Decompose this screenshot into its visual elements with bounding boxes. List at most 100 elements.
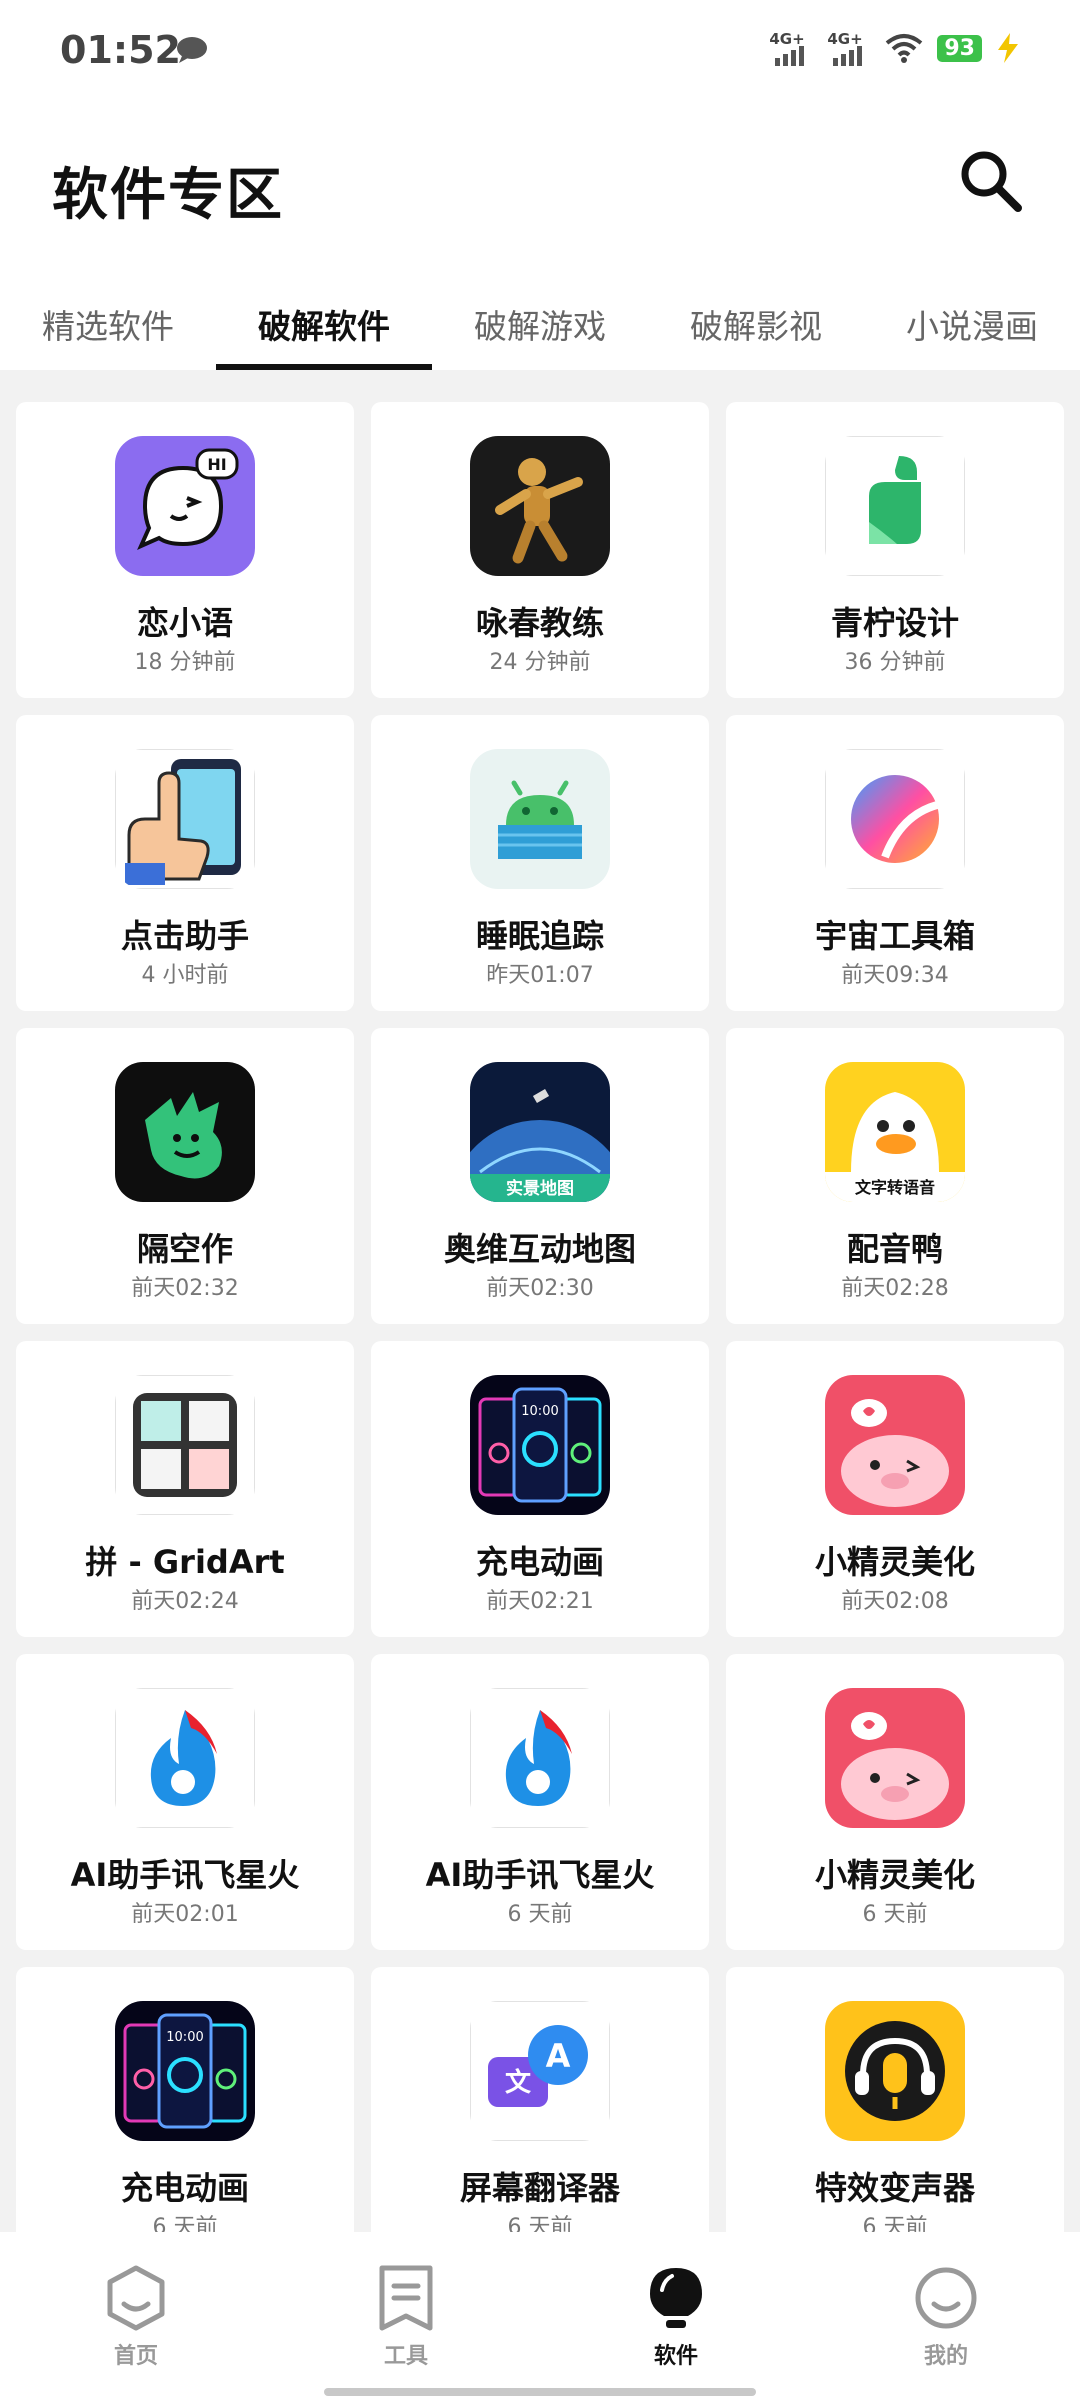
pink-pig-icon xyxy=(825,1375,965,1515)
tapping-hand-icon xyxy=(115,749,255,889)
tab-cracked-games[interactable]: 破解游戏 xyxy=(432,296,648,370)
spark-flame-icon xyxy=(115,1688,255,1828)
page-title: 软件专区 xyxy=(52,163,284,228)
nav-label: 工具 xyxy=(383,2344,428,2369)
app-name: 充电动画 xyxy=(475,1543,604,1581)
app-time: 前天02:21 xyxy=(486,1589,594,1614)
charging-clock-label: 10:00 xyxy=(521,1404,558,1419)
app-time: 前天02:30 xyxy=(486,1276,594,1301)
signal-icon: 4G+ xyxy=(769,30,813,66)
app-name: 恋小语 xyxy=(136,604,233,642)
app-card[interactable]: 睡眠追踪 昨天01:07 xyxy=(371,715,709,1011)
app-name: 拼 - GridArt xyxy=(85,1543,285,1581)
app-name: 奥维互动地图 xyxy=(443,1230,636,1268)
nav-home[interactable]: 首页 xyxy=(66,2264,206,2370)
nav-profile[interactable]: 我的 xyxy=(876,2264,1016,2370)
spark-flame-icon xyxy=(470,1688,610,1828)
app-card[interactable]: 文 A 屏幕翻译器 6 天前 xyxy=(371,1967,709,2263)
app-name: 隔空作 xyxy=(136,1230,233,1268)
gradient-circle-icon xyxy=(825,749,965,889)
app-card[interactable]: 10:00 充电动画 6 天前 xyxy=(16,1967,354,2263)
duck-badge-label: 文字转语音 xyxy=(855,1178,935,1197)
nav-label: 我的 xyxy=(923,2344,968,2369)
translate-badge-label: 文 xyxy=(505,2067,532,2098)
app-name: 睡眠追踪 xyxy=(475,917,604,955)
app-card[interactable]: 小精灵美化 前天02:08 xyxy=(726,1341,1064,1637)
nav-label: 软件 xyxy=(653,2344,698,2369)
app-name: 充电动画 xyxy=(120,2169,249,2207)
app-name: 小精灵美化 xyxy=(814,1856,975,1894)
app-card[interactable]: HI 恋小语 18 分钟前 xyxy=(16,402,354,698)
charging-phones-icon: 10:00 xyxy=(470,1375,610,1515)
smile-profile-icon xyxy=(915,2267,977,2329)
app-time: 前天02:08 xyxy=(841,1589,949,1614)
app-card[interactable]: 青柠设计 36 分钟前 xyxy=(726,402,1064,698)
app-card[interactable]: 特效变声器 6 天前 xyxy=(726,1967,1064,2263)
app-card[interactable]: 拼 - GridArt 前天02:24 xyxy=(16,1341,354,1637)
app-card[interactable]: AI助手讯飞星火 前天02:01 xyxy=(16,1654,354,1950)
app-time: 18 分钟前 xyxy=(134,650,236,675)
header: 软件专区 精选软件 破解软件 破解游戏 破解影视 小说漫画 xyxy=(0,100,1080,370)
nav-tools[interactable]: 工具 xyxy=(336,2264,476,2370)
tab-cracked-video[interactable]: 破解影视 xyxy=(648,296,864,370)
app-name: 特效变声器 xyxy=(814,2169,975,2207)
tab-novels-comics[interactable]: 小说漫画 xyxy=(864,296,1080,370)
green-hand-icon xyxy=(115,1062,255,1202)
nav-software[interactable]: 软件 xyxy=(606,2264,746,2370)
app-time: 前天02:32 xyxy=(131,1276,239,1301)
bookmark-tools-icon xyxy=(379,2265,433,2331)
app-time: 6 天前 xyxy=(862,1902,928,1927)
chat-bubble-face-icon: HI xyxy=(115,436,255,576)
map-badge-label: 实景地图 xyxy=(506,1178,574,1199)
earth-satellite-icon: 实景地图 xyxy=(470,1062,610,1202)
pink-pig-icon xyxy=(825,1688,965,1828)
app-time: 前天02:01 xyxy=(131,1902,239,1927)
svg-text:A: A xyxy=(546,2037,571,2075)
grid-collage-icon xyxy=(115,1375,255,1515)
wifi-icon xyxy=(886,34,923,63)
tab-featured-software[interactable]: 精选软件 xyxy=(0,296,216,370)
app-card[interactable]: 10:00 充电动画 前天02:21 xyxy=(371,1341,709,1637)
hexagon-home-icon xyxy=(107,2265,165,2331)
app-name: 宇宙工具箱 xyxy=(814,917,975,955)
search-icon[interactable] xyxy=(956,146,1026,216)
status-time: 01:52 xyxy=(60,28,181,72)
home-indicator[interactable] xyxy=(324,2388,756,2396)
app-card[interactable]: AI助手讯飞星火 6 天前 xyxy=(371,1654,709,1950)
charging-clock-label: 10:00 xyxy=(166,2030,203,2045)
category-tabs: 精选软件 破解软件 破解游戏 破解影视 小说漫画 xyxy=(0,296,1080,370)
translate-bubbles-icon: 文 A xyxy=(470,2001,610,2141)
app-name: 屏幕翻译器 xyxy=(459,2169,620,2207)
app-card[interactable]: 咏春教练 24 分钟前 xyxy=(371,402,709,698)
app-card[interactable]: 小精灵美化 6 天前 xyxy=(726,1654,1064,1950)
app-time: 前天09:34 xyxy=(841,963,949,988)
app-name: 青柠设计 xyxy=(830,604,959,642)
microphone-headphones-icon xyxy=(825,2001,965,2141)
duck-icon: 文字转语音 xyxy=(825,1062,965,1202)
wooden-mannequin-icon xyxy=(470,436,610,576)
app-card[interactable]: 文字转语音 配音鸭 前天02:28 xyxy=(726,1028,1064,1324)
status-bar: 01:52 4G+ 4G+ 93 xyxy=(0,0,1080,100)
app-card[interactable]: 点击助手 4 小时前 xyxy=(16,715,354,1011)
charging-bolt-icon xyxy=(998,33,1018,63)
nav-label: 首页 xyxy=(113,2344,158,2369)
app-time: 4 小时前 xyxy=(141,963,229,988)
bottom-nav: 首页 工具 软件 我的 xyxy=(0,2232,1080,2400)
app-time: 昨天01:07 xyxy=(486,963,594,988)
app-name: 咏春教练 xyxy=(475,604,604,642)
app-name: AI助手讯飞星火 xyxy=(70,1856,300,1894)
app-time: 前天02:28 xyxy=(841,1276,949,1301)
green-leaf-icon xyxy=(825,436,965,576)
tab-cracked-software[interactable]: 破解软件 xyxy=(216,296,432,370)
app-card[interactable]: 隔空作 前天02:32 xyxy=(16,1028,354,1324)
charging-phones-icon: 10:00 xyxy=(115,2001,255,2141)
svg-text:HI: HI xyxy=(207,455,226,474)
battery-indicator: 93 xyxy=(937,34,982,62)
app-name: 小精灵美化 xyxy=(814,1543,975,1581)
app-name: 配音鸭 xyxy=(846,1230,943,1268)
app-card[interactable]: 宇宙工具箱 前天09:34 xyxy=(726,715,1064,1011)
lightbulb-icon xyxy=(650,2268,702,2328)
app-name: AI助手讯飞星火 xyxy=(425,1856,655,1894)
app-card[interactable]: 实景地图 奥维互动地图 前天02:30 xyxy=(371,1028,709,1324)
signal-icon: 4G+ xyxy=(827,30,871,66)
